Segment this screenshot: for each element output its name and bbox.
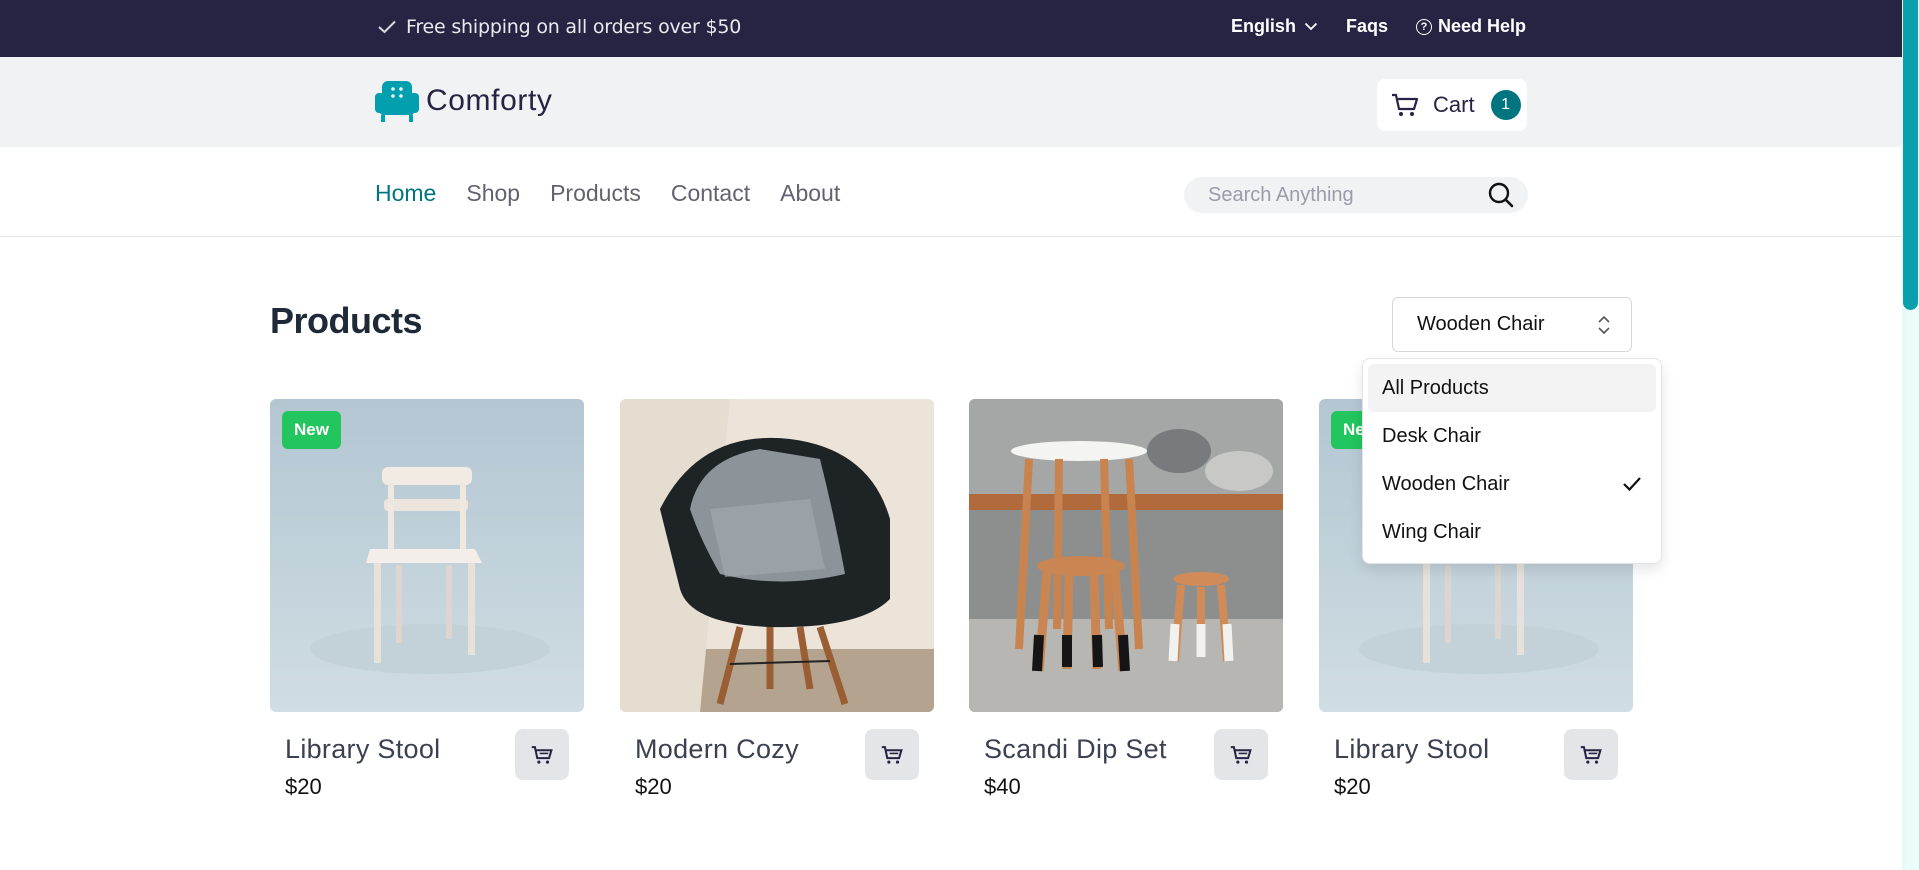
product-image[interactable] <box>969 399 1283 712</box>
search-box <box>1184 177 1528 213</box>
add-to-cart-button[interactable] <box>1214 729 1268 780</box>
brand-name: Comforty <box>426 84 553 117</box>
nav-about[interactable]: About <box>780 180 840 207</box>
category-select-value: Wooden Chair <box>1417 313 1545 335</box>
cart-button[interactable]: Cart 1 <box>1377 79 1527 131</box>
option-label: All Products <box>1382 376 1489 399</box>
option-desk-chair[interactable]: Desk Chair <box>1368 412 1656 460</box>
new-badge: New <box>282 411 341 449</box>
page-scrollbar-thumb[interactable] <box>1903 0 1918 310</box>
category-dropdown-menu: All Products Desk Chair Wooden Chair Win… <box>1362 358 1662 564</box>
search-icon[interactable] <box>1488 182 1514 208</box>
language-label: English <box>1230 16 1296 36</box>
product-image[interactable] <box>620 399 934 712</box>
main-nav-bar: Home Shop Products Contact About <box>0 147 1902 237</box>
topbar-links: English Faqs ? Need Help <box>1231 16 1526 37</box>
cart-icon <box>881 745 903 764</box>
chevron-down-icon <box>1304 22 1318 31</box>
option-label: Wooden Chair <box>1382 472 1510 495</box>
question-circle-icon: ? <box>1415 18 1432 35</box>
category-select[interactable]: Wooden Chair <box>1392 297 1632 352</box>
need-help-label: Need Help <box>1437 16 1526 36</box>
logo[interactable]: Comforty <box>374 79 553 123</box>
announcement-bar: Free shipping on all orders over $50 Eng… <box>0 0 1902 57</box>
need-help-link[interactable]: ? Need Help <box>1415 16 1526 37</box>
option-label: Wing Chair <box>1382 520 1481 543</box>
option-label: Desk Chair <box>1382 424 1481 447</box>
nav-home[interactable]: Home <box>375 180 436 207</box>
add-to-cart-button[interactable] <box>1564 729 1618 780</box>
shipping-text: Free shipping on all orders over $50 <box>406 16 742 38</box>
check-icon <box>378 20 396 34</box>
option-all-products[interactable]: All Products <box>1368 364 1656 412</box>
product-price: $20 <box>1334 774 1371 799</box>
nav-contact[interactable]: Contact <box>671 180 750 207</box>
product-name[interactable]: Modern Cozy <box>635 734 799 765</box>
search-input[interactable] <box>1208 183 1488 207</box>
faqs-label: Faqs <box>1345 16 1388 36</box>
product-image[interactable]: New <box>270 399 584 712</box>
page-title: Products <box>270 300 423 341</box>
armchair-logo-icon <box>375 81 419 122</box>
option-wing-chair[interactable]: Wing Chair <box>1368 508 1656 556</box>
product-price: $40 <box>984 774 1021 799</box>
product-name[interactable]: Library Stool <box>285 734 440 765</box>
faqs-link[interactable]: Faqs <box>1346 16 1388 37</box>
cart-label: Cart <box>1433 92 1475 117</box>
add-to-cart-button[interactable] <box>865 729 919 780</box>
product-card[interactable]: New Library Stool $20 <box>270 399 584 799</box>
shipping-notice: Free shipping on all orders over $50 <box>378 16 741 38</box>
product-card[interactable]: Modern Cozy $20 <box>620 399 934 799</box>
language-selector[interactable]: English <box>1231 16 1318 37</box>
product-name[interactable]: Library Stool <box>1334 734 1489 765</box>
cart-icon <box>1230 745 1252 764</box>
nav-products[interactable]: Products <box>550 180 641 207</box>
product-name[interactable]: Scandi Dip Set <box>984 734 1167 765</box>
chevron-up-down-icon <box>1598 315 1610 334</box>
cart-count-badge: 1 <box>1490 90 1521 120</box>
product-price: $20 <box>635 774 672 799</box>
product-card[interactable]: Scandi Dip Set $40 <box>969 399 1283 799</box>
option-wooden-chair[interactable]: Wooden Chair <box>1368 460 1656 508</box>
main-nav: Home Shop Products Contact About <box>375 180 840 207</box>
check-icon <box>1623 477 1641 492</box>
add-to-cart-button[interactable] <box>515 729 569 780</box>
brand-bar: Comforty Cart 1 <box>0 57 1902 147</box>
cart-icon <box>1392 93 1419 116</box>
cart-icon <box>1580 745 1602 764</box>
nav-shop[interactable]: Shop <box>466 180 520 207</box>
cart-icon <box>531 745 553 764</box>
product-price: $20 <box>285 774 322 799</box>
